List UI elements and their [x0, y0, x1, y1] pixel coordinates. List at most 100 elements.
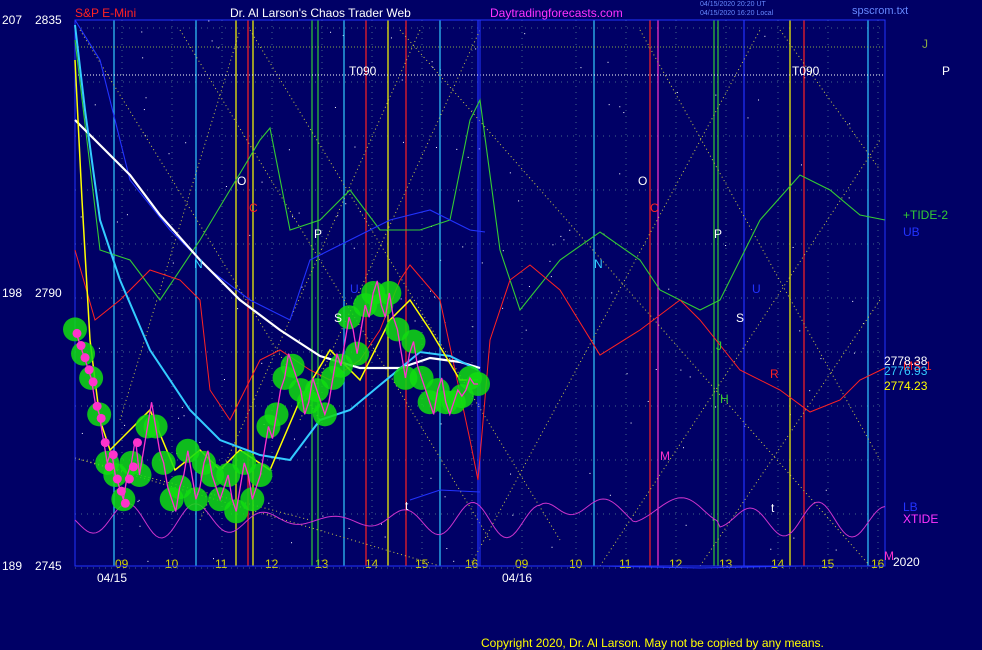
star-dot	[510, 473, 512, 475]
star-dot	[261, 362, 263, 364]
price-dot	[80, 353, 90, 363]
star-dot	[589, 472, 591, 474]
star-dot	[747, 117, 749, 119]
price-dot	[88, 377, 98, 387]
star-dot	[467, 156, 469, 158]
star-dot	[680, 369, 682, 371]
planet-marker: N	[194, 257, 203, 271]
header-timestamp: 04/15/2020 20:20 UT	[700, 1, 766, 8]
hour-tick-label: 12	[265, 557, 279, 571]
header-url: Daytradingforecasts.com	[490, 6, 623, 20]
star-dot	[337, 215, 339, 217]
star-dot	[116, 221, 118, 223]
star-dot	[213, 558, 215, 560]
star-dot	[199, 441, 201, 443]
star-dot	[793, 537, 795, 539]
star-dot	[429, 290, 431, 292]
star-dot	[402, 141, 404, 143]
star-dot	[630, 422, 632, 424]
diagonal-line	[779, 29, 881, 171]
planet-marker: C	[650, 201, 659, 215]
planet-marker: C	[249, 201, 258, 215]
hour-tick-label: 11	[619, 557, 632, 571]
header-site-title: Dr. Al Larson's Chaos Trader Web	[230, 6, 411, 20]
star-dot	[611, 292, 613, 294]
star-dot	[550, 276, 552, 278]
star-dot	[143, 109, 145, 111]
star-dot	[400, 298, 402, 300]
star-dot	[354, 146, 356, 148]
star-dot	[211, 40, 213, 42]
star-dot	[849, 123, 851, 125]
star-dot	[580, 67, 582, 69]
star-dot	[770, 548, 772, 550]
star-dot	[800, 164, 802, 166]
star-dot	[525, 329, 527, 331]
star-dot	[626, 373, 628, 375]
star-dot	[609, 494, 611, 496]
hour-tick-label: 16	[871, 557, 885, 571]
planet-marker: U	[752, 282, 761, 296]
star-dot	[689, 376, 691, 378]
diagonal-line	[199, 29, 421, 521]
price-dot	[92, 401, 102, 411]
label-tide2: +TIDE-2	[903, 208, 948, 222]
price-dot	[72, 328, 82, 338]
hour-tick-label: 14	[771, 557, 785, 571]
price-label-cyan: 2776.93	[884, 364, 928, 378]
star-dot	[518, 200, 520, 202]
date-label: 04/15	[97, 571, 127, 585]
star-dot	[172, 262, 174, 264]
planet-marker: t	[405, 499, 409, 513]
hour-tick-label: 14	[365, 557, 379, 571]
star-dot	[715, 94, 717, 96]
planet-marker: J	[716, 339, 722, 353]
star-dot	[141, 31, 143, 33]
lower-band-line	[409, 489, 481, 501]
copyright-text: Copyright 2020, Dr. Al Larson. May not b…	[481, 636, 824, 650]
star-dot	[552, 244, 554, 246]
star-dot	[453, 560, 455, 562]
star-dot	[462, 246, 464, 248]
star-dot	[147, 560, 149, 562]
price-dot	[124, 474, 134, 484]
star-dot	[330, 31, 332, 33]
star-dot	[137, 501, 139, 503]
star-dot	[138, 499, 140, 501]
star-dot	[98, 347, 100, 349]
star-dot	[298, 212, 300, 214]
hour-tick-label: 13	[315, 557, 329, 571]
star-dot	[792, 246, 794, 248]
star-dot	[225, 186, 227, 188]
upper-band-line	[74, 19, 486, 321]
label-ub: UB	[903, 225, 920, 239]
star-dot	[249, 234, 251, 236]
t090-label: T090	[792, 64, 820, 78]
star-dot	[569, 229, 571, 231]
star-dot	[237, 308, 239, 310]
chart-canvas: 09 10 11 12 13 14 15 16 09 10 11 12 13 14 15 1604/15 04/…	[2, 1, 950, 650]
star-dot	[852, 300, 854, 302]
label-p: P	[942, 64, 950, 78]
axis-left-label: 189	[2, 559, 22, 573]
star-dot	[528, 286, 530, 288]
planet-marker: M	[660, 449, 670, 463]
price-dot	[104, 462, 114, 472]
hour-tick-label: 10	[569, 557, 583, 571]
star-dot	[185, 142, 187, 144]
price-dot	[132, 438, 142, 448]
star-dot	[551, 546, 553, 548]
star-dot	[292, 216, 294, 218]
hour-tick-label: 13	[719, 557, 733, 571]
price-dot	[116, 486, 126, 496]
star-dot	[475, 48, 477, 50]
star-dot	[430, 477, 432, 479]
star-dot	[512, 514, 514, 516]
planet-marker: P	[314, 227, 322, 241]
star-dot	[268, 502, 270, 504]
star-dot	[81, 432, 83, 434]
star-dot	[381, 523, 382, 525]
diagonal-line	[599, 139, 881, 567]
star-dot	[124, 424, 126, 426]
axis-price-label: 2790	[35, 286, 62, 300]
